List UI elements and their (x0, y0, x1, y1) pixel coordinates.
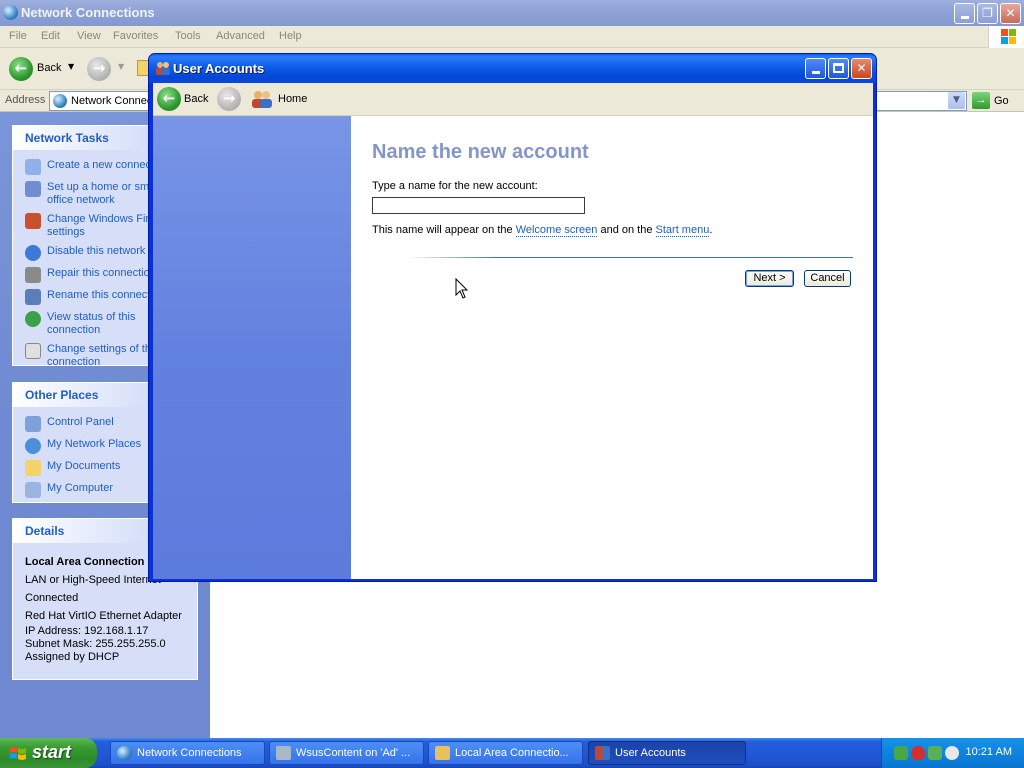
taskbar-item-local-area-connection[interactable]: Local Area Connectio... (428, 741, 583, 765)
status-icon (25, 311, 41, 327)
account-name-note: This name will appear on the Welcome scr… (372, 224, 713, 237)
network-drive-icon (276, 746, 291, 760)
start-label: start (32, 742, 72, 762)
windows-logo-icon (988, 26, 1024, 48)
menu-bar: File Edit View Favorites Tools Advanced … (0, 26, 1024, 48)
user-accounts-content: Name the new account Type a name for the… (153, 116, 873, 579)
network-tray-icon[interactable] (894, 746, 908, 760)
note-text-after: . (709, 224, 713, 236)
explorer-title: Network Connections (21, 5, 155, 20)
explorer-titlebar[interactable]: Network Connections ❐ ✕ (0, 0, 1024, 26)
clock[interactable]: 10:21 AM (966, 746, 1012, 758)
rename-icon (25, 289, 41, 305)
user-accounts-titlebar[interactable]: User Accounts ✕ (149, 54, 876, 83)
repair-icon (25, 267, 41, 283)
details-adapter: Red Hat VirtIO Ethernet Adapter (25, 610, 182, 622)
minimize-button[interactable] (954, 3, 975, 24)
lan-icon (435, 746, 450, 760)
taskbar-item-network-connections[interactable]: Network Connections (110, 741, 265, 765)
windows-flag-icon (10, 747, 26, 760)
forward-arrow-icon[interactable]: → (217, 87, 241, 111)
back-dropdown-icon[interactable]: ▼ (68, 62, 74, 71)
home-button[interactable]: Home (278, 93, 307, 105)
details-assigned: Assigned by DHCP (25, 651, 120, 663)
maximize-button[interactable] (828, 58, 849, 79)
user-accounts-window: User Accounts ✕ ← Back → Home Name the n… (148, 53, 877, 582)
menu-tools[interactable]: Tools (175, 30, 201, 42)
volume-tray-icon[interactable] (945, 746, 959, 760)
address-dropdown-icon[interactable]: ▼ (948, 92, 965, 109)
forward-arrow-icon[interactable]: → (87, 57, 111, 81)
menu-view[interactable]: View (77, 30, 101, 42)
network-connections-icon (53, 94, 67, 108)
control-panel-icon (25, 416, 41, 432)
update-tray-icon[interactable] (928, 746, 942, 760)
user-accounts-title: User Accounts (173, 61, 265, 76)
network-connections-icon (3, 5, 18, 20)
network-connections-icon (117, 746, 132, 760)
name-account-page: Name the new account Type a name for the… (351, 116, 873, 579)
taskbar: start Network Connections WsusContent on… (0, 738, 1024, 768)
menu-favorites[interactable]: Favorites (113, 30, 158, 42)
account-name-input[interactable] (372, 197, 585, 214)
disable-network-icon (25, 245, 41, 261)
network-places-icon (25, 438, 41, 454)
divider (407, 257, 853, 258)
close-button[interactable]: ✕ (851, 58, 872, 79)
user-accounts-navbar: ← Back → Home (153, 83, 873, 116)
back-button-label[interactable]: Back (37, 62, 61, 74)
back-arrow-icon[interactable]: ← (157, 87, 181, 111)
go-button[interactable]: → Go (972, 92, 1009, 109)
settings-icon (25, 343, 41, 359)
details-status: Connected (25, 592, 79, 604)
user-accounts-sidebar (153, 116, 351, 579)
computer-icon (25, 482, 41, 498)
note-text-before: This name will appear on the (372, 224, 516, 236)
home-icon[interactable] (251, 90, 273, 108)
restore-button[interactable]: ❐ (977, 3, 998, 24)
address-label: Address (5, 94, 46, 106)
start-menu-link[interactable]: Start menu (655, 224, 710, 237)
system-tray: 10:21 AM (881, 738, 1024, 768)
account-name-prompt: Type a name for the new account: (372, 180, 538, 192)
details-ip: IP Address: 192.168.1.17 (25, 625, 149, 637)
security-shield-icon[interactable] (911, 746, 925, 760)
minimize-button[interactable] (805, 58, 826, 79)
back-arrow-icon[interactable]: ← (9, 57, 33, 81)
note-text-middle: and on the (597, 224, 656, 236)
menu-file[interactable]: File (9, 30, 27, 42)
go-label: Go (994, 94, 1009, 107)
taskbar-item-wsuscontent[interactable]: WsusContent on 'Ad' ... (269, 741, 424, 765)
menu-help[interactable]: Help (279, 30, 302, 42)
taskbar-item-user-accounts[interactable]: User Accounts (588, 741, 746, 765)
go-arrow-icon: → (972, 92, 990, 109)
cancel-button[interactable]: Cancel (804, 270, 851, 287)
welcome-screen-link[interactable]: Welcome screen (515, 224, 598, 237)
start-button[interactable]: start (0, 738, 97, 768)
forward-dropdown-icon[interactable]: ▼ (118, 62, 124, 71)
firewall-icon (25, 213, 41, 229)
mouse-cursor-icon (455, 278, 469, 299)
user-accounts-icon (156, 62, 170, 75)
menu-edit[interactable]: Edit (41, 30, 60, 42)
user-accounts-icon (595, 746, 610, 760)
home-network-icon (25, 181, 41, 197)
new-connection-icon (25, 159, 41, 175)
documents-icon (25, 460, 41, 476)
close-button[interactable]: ✕ (1000, 3, 1021, 24)
next-button[interactable]: Next > (745, 270, 794, 287)
menu-advanced[interactable]: Advanced (216, 30, 265, 42)
details-mask: Subnet Mask: 255.255.255.0 (25, 638, 166, 650)
page-title: Name the new account (372, 141, 589, 163)
back-button[interactable]: Back (184, 93, 208, 105)
